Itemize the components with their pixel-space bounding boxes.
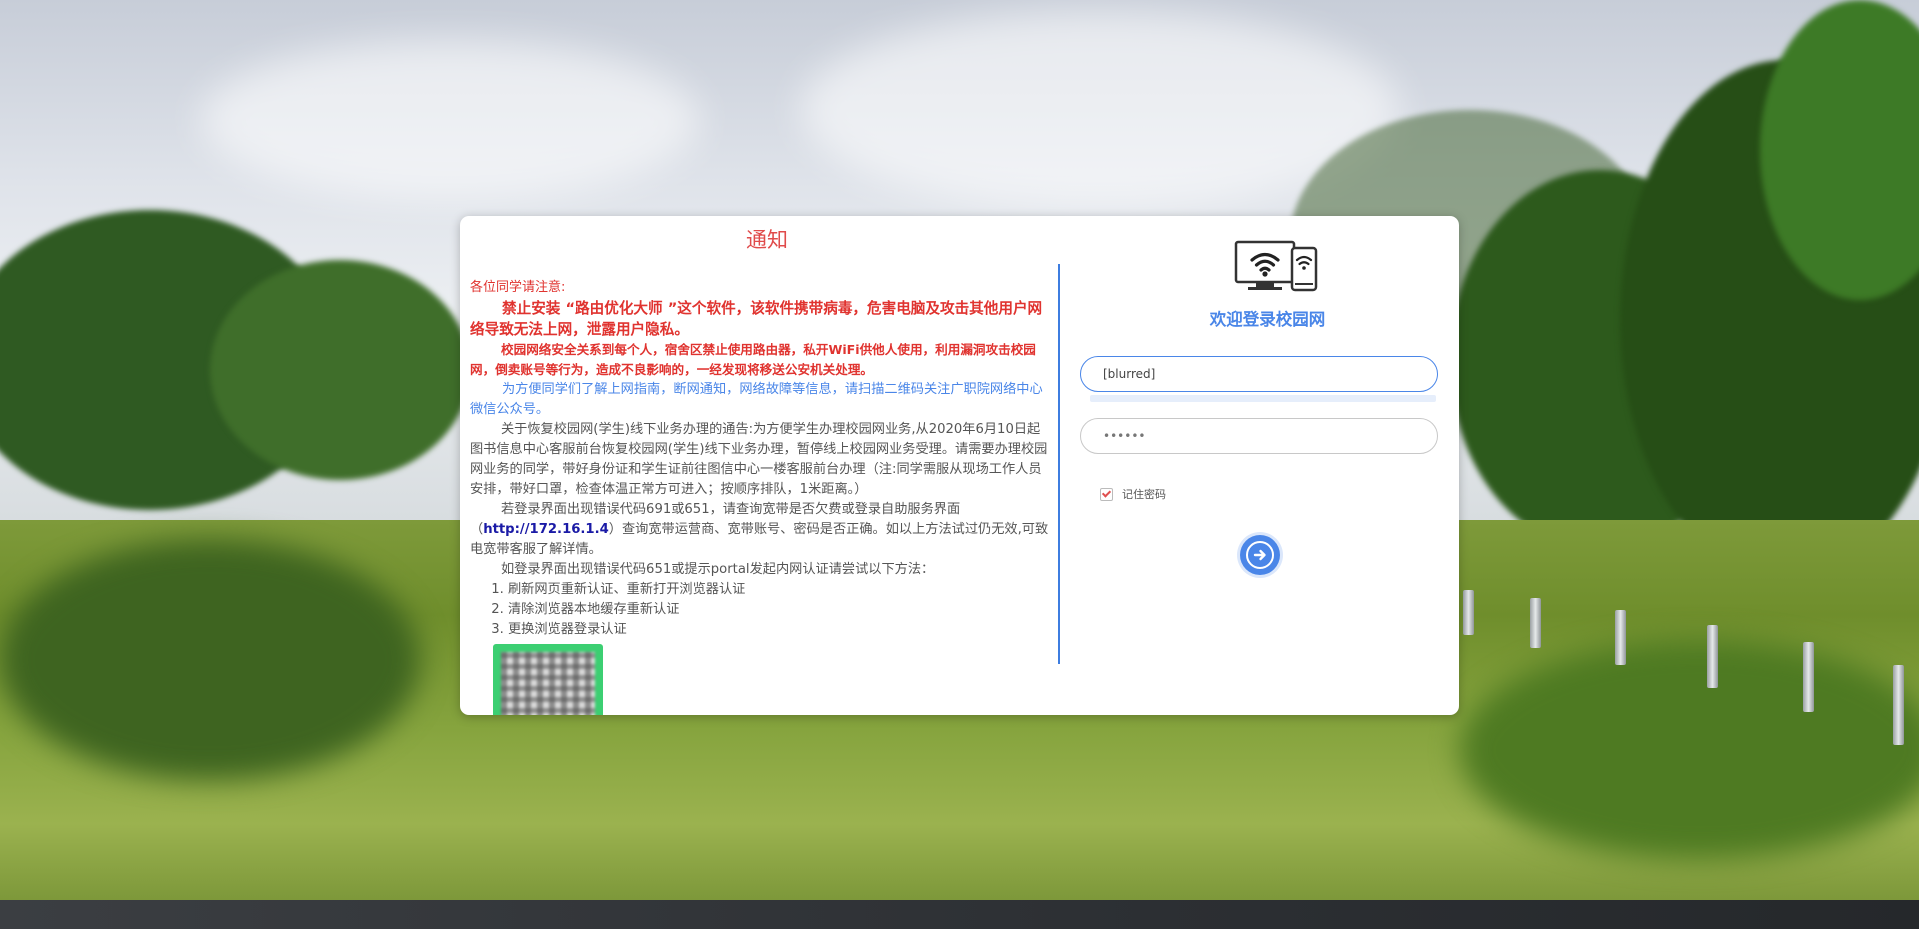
fence-post bbox=[1615, 610, 1626, 665]
login-button[interactable] bbox=[1240, 535, 1280, 575]
troubleshoot-steps: 刷新网页重新认证、重新打开浏览器认证 清除浏览器本地缓存重新认证 更换浏览器登录… bbox=[470, 580, 1050, 640]
notice-panel[interactable]: 通知 各位同学请注意: 禁止安装 “路由优化大师 ”这个软件，该软件携带病毒，危… bbox=[470, 216, 1050, 715]
panel-divider bbox=[1058, 264, 1060, 664]
notice-title: 通知 bbox=[746, 228, 788, 252]
fence-post bbox=[1803, 642, 1814, 712]
login-panel: 欢迎登录校园网 记住密码 bbox=[1080, 216, 1459, 715]
step-item: 刷新网页重新认证、重新打开浏览器认证 bbox=[508, 580, 1050, 600]
notice-body: 各位同学请注意: 禁止安装 “路由优化大师 ”这个软件，该软件携带病毒，危害电脑… bbox=[470, 278, 1050, 640]
reflection bbox=[0, 540, 420, 780]
wifi-devices-icon bbox=[1234, 240, 1318, 292]
reflection bbox=[1460, 640, 1919, 860]
arrow-right-circle-icon bbox=[1246, 541, 1274, 569]
fence-post bbox=[1463, 590, 1474, 635]
welcome-heading: 欢迎登录校园网 bbox=[1209, 310, 1326, 329]
remember-password[interactable]: 记住密码 bbox=[1100, 486, 1166, 502]
notice-wechat-info: 为方便同学们了解上网指南，断网通知，网络故障等信息，请扫描二维码关注广职院网络中… bbox=[470, 382, 1043, 417]
notice-error-651-intro: 如登录界面出现错误代码651或提示portal发起内网认证请尝试以下方法： bbox=[501, 562, 935, 577]
username-input[interactable] bbox=[1080, 356, 1438, 392]
username-autofill-strip bbox=[1090, 395, 1436, 402]
remember-label: 记住密码 bbox=[1122, 488, 1166, 501]
self-service-link[interactable]: http://172.16.1.4 bbox=[483, 522, 609, 537]
login-card: 通知 各位同学请注意: 禁止安装 “路由优化大师 ”这个软件，该软件携带病毒，危… bbox=[460, 216, 1459, 715]
notice-warning-security: 校园网络安全关系到每个人，宿舍区禁止使用路由器，私开WiFi供他人使用，利用漏洞… bbox=[470, 342, 1036, 377]
qr-code-image bbox=[501, 652, 595, 715]
wechat-qr-code bbox=[493, 644, 603, 715]
fence-post bbox=[1893, 665, 1904, 745]
step-item: 更换浏览器登录认证 bbox=[508, 620, 1050, 640]
fence-post bbox=[1707, 625, 1718, 688]
password-input[interactable] bbox=[1080, 418, 1438, 454]
notice-greeting: 各位同学请注意: bbox=[470, 280, 566, 295]
tree bbox=[210, 260, 470, 480]
notice-error-691: 若登录界面出现错误代码691或651，请查询宽带是否欠费或登录自助服务界面（ht… bbox=[470, 500, 1050, 560]
fence-post bbox=[1530, 598, 1541, 648]
notice-warning-main: 禁止安装 “路由优化大师 ”这个软件，该软件携带病毒，危害电脑及攻击其他用户网络… bbox=[470, 300, 1043, 338]
bottom-bar bbox=[0, 900, 1919, 929]
remember-checkbox[interactable] bbox=[1100, 487, 1113, 501]
step-item: 清除浏览器本地缓存重新认证 bbox=[508, 600, 1050, 620]
cloud bbox=[200, 40, 700, 200]
notice-resume-service: 关于恢复校园网(学生)线下业务办理的通告:为方便学生办理校园网业务,从2020年… bbox=[470, 422, 1048, 497]
